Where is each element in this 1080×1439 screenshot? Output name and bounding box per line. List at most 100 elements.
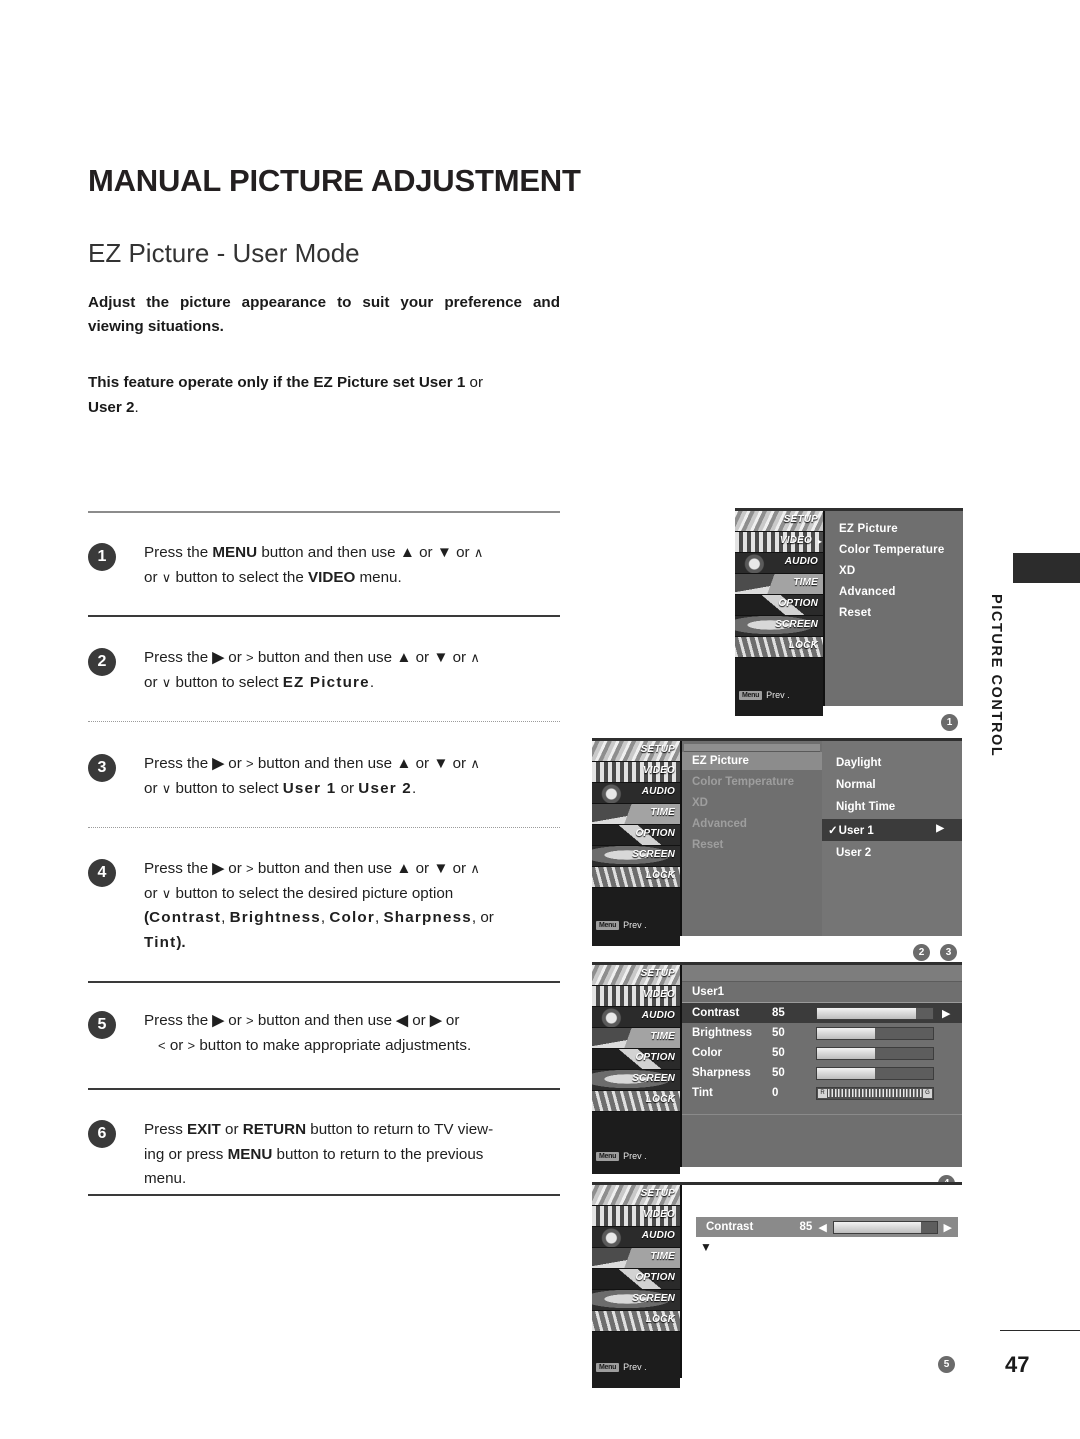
osd2-option-user-1[interactable]: ✓User 1 ▶ [822, 819, 962, 841]
osd4-contrast-bar[interactable]: Contrast 85 ◀ ▶ [696, 1217, 958, 1237]
osd-screenshot-2: SETUP VIDEO AUDIO TIME OPTION SCREEN LOC… [592, 738, 962, 946]
osd3-sidebar-item-video[interactable]: VIDEO [592, 986, 680, 1007]
osd2-label-setup: SETUP [640, 744, 675, 755]
s1-menu-key: MENU [212, 544, 258, 561]
osd4-sidebar-item-setup[interactable]: SETUP [592, 1185, 680, 1206]
s2-or1: or [411, 649, 434, 666]
osd1-label-screen: SCREEN [775, 619, 818, 630]
osd2-option-normal[interactable]: Normal [822, 775, 962, 795]
section-title: EZ Picture - User Mode [88, 238, 360, 268]
osd3-slider-brightness[interactable] [816, 1026, 934, 1040]
osd3-row-brightness[interactable]: Brightness 50 [682, 1023, 962, 1043]
osd1-item-xd[interactable]: XD [839, 565, 963, 577]
s2-l2a: or [144, 673, 162, 691]
osd4-prev-hint: Menu Prev . [596, 1362, 647, 1372]
osd2-item-reset[interactable]: Reset [682, 836, 822, 854]
osd1-sidebar-item-option[interactable]: OPTION [735, 595, 823, 616]
osd3-sidebar-item-screen[interactable]: SCREEN [592, 1070, 680, 1091]
step-text-6: Press EXIT or RETURN button to return to… [144, 1118, 560, 1192]
osd2-sidebar-item-setup[interactable]: SETUP [592, 741, 680, 762]
osd3-sidebar-item-time[interactable]: TIME [592, 1028, 680, 1049]
osd3-sidebar-item-lock[interactable]: LOCK [592, 1091, 680, 1112]
osd2-option-night-time[interactable]: Night Time [822, 797, 962, 817]
caret-up-icon: ∧ [470, 861, 480, 876]
osd1-sidebar-item-setup[interactable]: SETUP [735, 511, 823, 532]
right-triangle-icon: ▶ [212, 1012, 225, 1029]
osd3-sidebar-item-option[interactable]: OPTION [592, 1049, 680, 1070]
osd4-sidebar-item-video[interactable]: VIDEO [592, 1206, 680, 1227]
osd3-row-tint[interactable]: Tint 0 R G [682, 1083, 962, 1103]
s6-exit-key: EXIT [187, 1121, 221, 1138]
osd2-sidebar-item-audio[interactable]: AUDIO [592, 783, 680, 804]
s6-l2c: button to return to the previous [272, 1145, 484, 1163]
right-arrow-icon: ▶ [942, 1007, 951, 1020]
osd3-sidebar-item-setup[interactable]: SETUP [592, 965, 680, 986]
right-arrow-icon[interactable]: ▶ [944, 1221, 952, 1234]
osd4-sidebar-item-time[interactable]: TIME [592, 1248, 680, 1269]
osd3-label-tint: Tint [692, 1087, 713, 1099]
osd2-sidebar-item-lock[interactable]: LOCK [592, 867, 680, 888]
caret-down-icon: ∨ [161, 674, 172, 690]
osd4-sidebar-item-lock[interactable]: LOCK [592, 1311, 680, 1332]
osd2-sidebar-item-video[interactable]: VIDEO [592, 762, 680, 783]
osd2-item-color-temperature[interactable]: Color Temperature [682, 773, 822, 791]
osd3-prev-hint: Menu Prev . [596, 1151, 647, 1161]
osd1-item-advanced[interactable]: Advanced [839, 586, 963, 598]
osd3-row-contrast[interactable]: Contrast 85 ▶ [682, 1003, 962, 1023]
down-arrow-icon: ▼ [436, 544, 452, 561]
s4-l2a: or [144, 884, 162, 902]
marker-3: 3 [940, 944, 957, 961]
s5-l2b: button to make appropriate adjustments. [195, 1036, 472, 1054]
osd3-slider-tint[interactable]: R G [816, 1086, 934, 1100]
osd2-option-user-2[interactable]: User 2 [822, 843, 962, 863]
osd2-item-advanced[interactable]: Advanced [682, 815, 822, 833]
osd3-sidebar-item-audio[interactable]: AUDIO [592, 1007, 680, 1028]
osd3-row-sharpness[interactable]: Sharpness 50 [682, 1063, 962, 1083]
osd1-sidebar-item-screen[interactable]: SCREEN [735, 616, 823, 637]
osd4-sidebar-item-audio[interactable]: AUDIO [592, 1227, 680, 1248]
step-text-5: Press the ▶ or > button and then use ◀ o… [144, 1009, 560, 1058]
left-arrow-icon[interactable]: ◀ [818, 1221, 826, 1234]
intro2-suffix: . [134, 399, 139, 416]
step-number-4: 4 [88, 859, 116, 887]
osd1-item-color-temperature[interactable]: Color Temperature [839, 544, 963, 556]
osd4-sidebar-filler [592, 1332, 680, 1388]
osd2-item-ez-picture[interactable]: EZ Picture [682, 752, 822, 770]
osd2-sidebar-item-time[interactable]: TIME [592, 804, 680, 825]
osd2-option-daylight[interactable]: Daylight [822, 753, 962, 773]
s4-l1a: Press the [144, 860, 213, 877]
s1-l1a: Press the [144, 544, 213, 561]
osd3-slider-contrast[interactable] [816, 1006, 934, 1020]
osd1-sidebar-item-lock[interactable]: LOCK [735, 637, 823, 658]
s5-or3: or [165, 1036, 188, 1054]
s4-sep4: , or [471, 909, 494, 926]
caret-down-icon: ∨ [161, 569, 172, 585]
osd2-prev-label: Prev . [623, 920, 647, 930]
osd1-sidebar-item-time[interactable]: TIME [735, 574, 823, 595]
menu-badge-icon: Menu [596, 1151, 620, 1161]
osd2-middle-column: EZ Picture Color Temperature XD Advanced… [682, 741, 822, 936]
osd2-sidebar-filler [592, 888, 680, 946]
s1-or1: or [414, 544, 437, 561]
osd1-label-video: VIDEO [779, 535, 812, 546]
osd2-sidebar-item-screen[interactable]: SCREEN [592, 846, 680, 867]
s2-l2d: . [369, 673, 375, 691]
osd2-sidebar-item-option[interactable]: OPTION [592, 825, 680, 846]
divider-5 [88, 1088, 560, 1090]
osd2-item-xd[interactable]: XD [682, 794, 822, 812]
up-arrow-icon: ▲ [399, 544, 415, 561]
osd4-sidebar-item-option[interactable]: OPTION [592, 1269, 680, 1290]
osd1-sidebar-item-audio[interactable]: AUDIO [735, 553, 823, 574]
osd3-slider-color[interactable] [816, 1046, 934, 1060]
osd1-sidebar-item-video[interactable]: VIDEO ▸ [735, 532, 823, 553]
osd1-item-reset[interactable]: Reset [839, 607, 963, 619]
osd3-top-highlight [682, 965, 962, 982]
s1-l1c: button and then use [257, 544, 400, 561]
osd3-row-color[interactable]: Color 50 [682, 1043, 962, 1063]
osd4-slider-contrast[interactable] [832, 1220, 938, 1234]
s4-l1c: button and then use [253, 860, 397, 877]
osd4-sidebar-item-screen[interactable]: SCREEN [592, 1290, 680, 1311]
osd1-item-ez-picture[interactable]: EZ Picture [839, 523, 963, 535]
osd3-slider-sharpness[interactable] [816, 1066, 934, 1080]
step-text-2: Press the ▶ or > button and then use ▲ o… [144, 646, 560, 695]
